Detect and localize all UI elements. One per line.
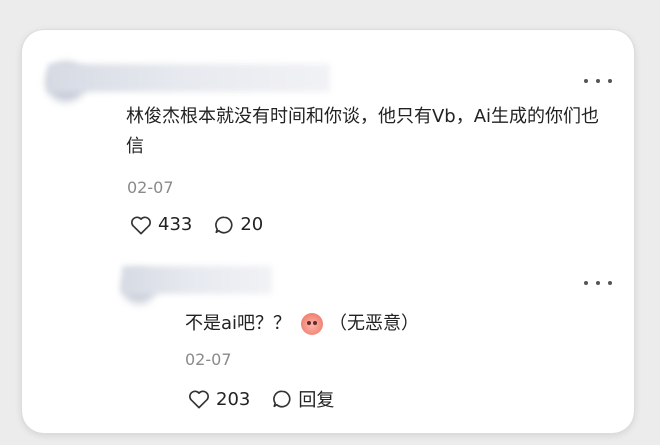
author-name-redacted [48, 64, 330, 92]
reply-actions: 203 回复 [188, 386, 334, 412]
like-button[interactable]: 433 [130, 214, 192, 235]
reply-count: 20 [240, 214, 264, 235]
comment-actions: 433 20 [130, 214, 263, 235]
comment-bubble-icon [273, 390, 291, 408]
comment-card: 林俊杰根本就没有时间和你谈，他只有Vb，Ai生成的你们也信 02-07 433 … [22, 30, 634, 433]
more-options-icon[interactable] [584, 76, 612, 86]
reply-more-options-icon[interactable] [584, 278, 612, 288]
reply-count-button[interactable]: 20 [214, 214, 263, 235]
crying-emoji-icon [301, 313, 324, 335]
reply-text-main: 不是ai吧？？ [185, 313, 292, 334]
reply-text-suffix: （无恶意） [329, 313, 420, 334]
like-count: 433 [158, 214, 193, 235]
heart-icon [189, 390, 209, 409]
comment-bubble-icon [215, 215, 233, 233]
reply-date: 02-07 [185, 350, 232, 369]
heart-icon [131, 216, 151, 234]
reply-like-button[interactable]: 203 [188, 389, 250, 410]
reply-like-count: 203 [216, 388, 251, 410]
reply-label: 回复 [298, 390, 335, 411]
comment-date: 02-07 [127, 178, 174, 197]
reply-text: 不是ai吧？？ （无恶意） [185, 309, 419, 339]
reply-author-name-redacted [122, 266, 272, 294]
reply-button[interactable]: 回复 [272, 386, 334, 412]
comment-text: 林俊杰根本就没有时间和你谈，他只有Vb，Ai生成的你们也信 [126, 106, 600, 157]
